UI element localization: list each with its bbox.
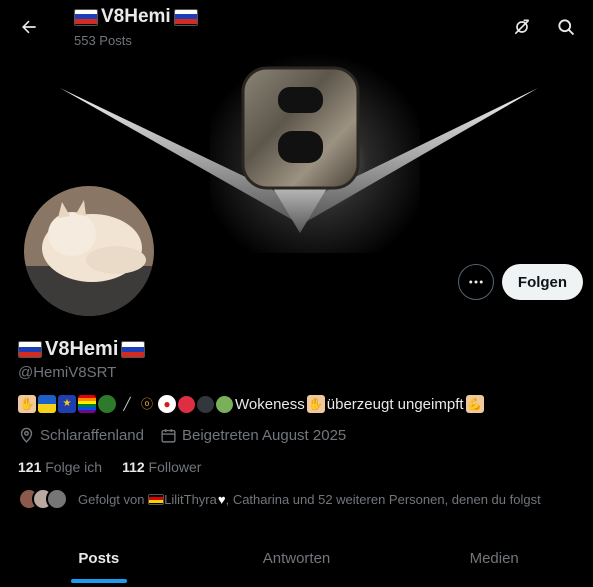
bio-text-ungeimpft: überzeugt ungeimpft xyxy=(326,395,464,413)
following-label: Folge ich xyxy=(45,459,103,475)
follow-stats: 121 Folge ich 112 Follower xyxy=(18,459,201,475)
follow-button[interactable]: Folgen xyxy=(502,264,583,300)
follower-avatars xyxy=(18,488,68,510)
posts-count: 553 Posts xyxy=(74,33,132,48)
red-circle-icon xyxy=(178,395,195,413)
search-icon xyxy=(558,19,575,36)
header-title-text: V8Hemi xyxy=(101,6,171,27)
header-title: V8Hemi xyxy=(74,6,198,28)
back-arrow-icon xyxy=(22,20,36,34)
no-sync-button[interactable] xyxy=(507,12,537,42)
profile-tabs: Posts Antworten Medien xyxy=(0,530,593,587)
syringe-icon: ╱ xyxy=(123,397,131,411)
russia-flag-icon xyxy=(121,341,146,358)
followers-label: Follower xyxy=(148,459,202,475)
user-handle: @HemiV8SRT xyxy=(18,364,117,381)
ukraine-flag-icon xyxy=(38,395,56,413)
joined-text: Beigetreten August 2025 xyxy=(181,427,347,444)
back-button[interactable] xyxy=(14,12,44,42)
avatar xyxy=(46,488,68,510)
rainbow-flag-icon xyxy=(78,395,96,413)
green-circle-icon xyxy=(216,395,233,413)
germany-flag-icon xyxy=(148,493,165,505)
middle-finger-icon: ✋ xyxy=(18,395,36,413)
followed-by-name: LilitThyra xyxy=(164,491,217,507)
followed-by-rest: , Catharina und 52 weiteren Personen, de… xyxy=(225,491,541,507)
top-bar: V8Hemi 553 Posts xyxy=(0,0,593,53)
russia-flag-icon xyxy=(74,8,98,26)
more-icon xyxy=(469,280,483,284)
followed-by-prefix: Gefolgt von xyxy=(78,491,145,507)
location-text: Schlaraffenland xyxy=(40,427,144,444)
middle-finger-icon: ✋ xyxy=(306,395,325,413)
cat-photo-image xyxy=(24,186,154,316)
eu-flag-icon: ★ xyxy=(58,395,76,413)
profile-bio: ✋ ★ ╱ ⓞ ● Wokeness ✋ überzeugt ungeimpft… xyxy=(18,395,484,413)
followers-link[interactable]: 112 Follower xyxy=(122,459,201,475)
white-heart-icon: ♥ xyxy=(217,491,226,507)
profile-avatar[interactable] xyxy=(20,182,158,320)
black-circle-icon xyxy=(197,395,214,413)
profile-meta: Schlaraffenland Beigetreten August 2025 xyxy=(18,427,362,444)
search-button[interactable] xyxy=(551,12,581,42)
calendar-icon xyxy=(161,429,176,443)
horn-icon: ⓞ xyxy=(140,397,153,411)
virus-icon xyxy=(98,395,116,413)
bio-text-wokeness: Wokeness xyxy=(235,395,305,413)
following-count: 121 xyxy=(18,459,42,475)
followed-by[interactable]: Gefolgt von LilitThyra ♥ , Catharina und… xyxy=(18,488,541,510)
following-link[interactable]: 121 Folge ich xyxy=(18,459,102,475)
clown-icon: ● xyxy=(158,395,176,413)
joined-date: Beigetreten August 2025 xyxy=(160,427,346,444)
followers-count: 112 xyxy=(122,459,145,475)
no-sync-icon xyxy=(514,19,530,35)
flexed-biceps-icon: 💪 xyxy=(465,395,484,413)
russia-flag-icon xyxy=(18,341,42,358)
tab-antworten[interactable]: Antworten xyxy=(198,530,396,587)
russia-flag-icon xyxy=(173,8,198,26)
tab-medien[interactable]: Medien xyxy=(395,530,593,587)
location: Schlaraffenland xyxy=(18,427,144,444)
location-icon xyxy=(20,427,33,443)
display-name-text: V8Hemi xyxy=(45,338,119,360)
display-name: V8Hemi xyxy=(18,338,146,361)
tab-posts[interactable]: Posts xyxy=(0,530,198,587)
more-button[interactable] xyxy=(458,264,494,300)
